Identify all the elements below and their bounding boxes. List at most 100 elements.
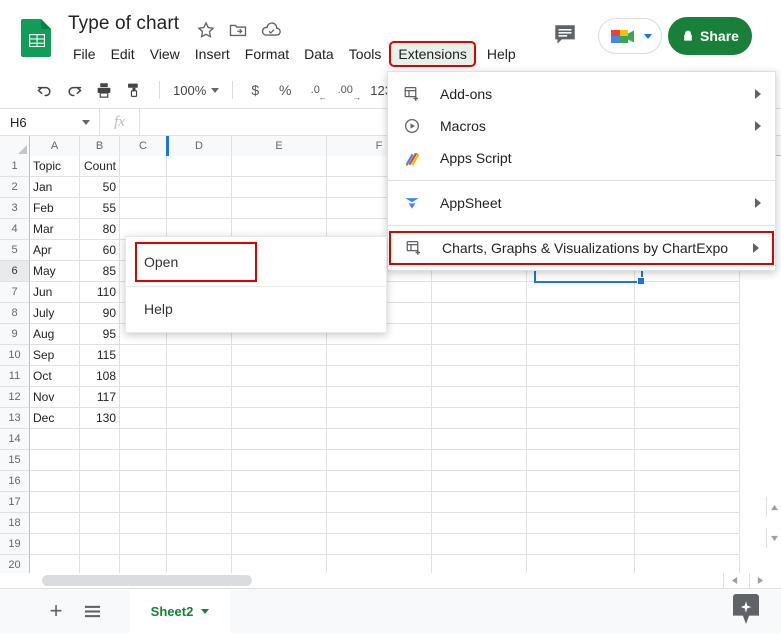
row-header-18[interactable]: 18 (0, 513, 30, 534)
cell-B18[interactable] (80, 513, 120, 534)
cell-H15[interactable] (527, 450, 635, 471)
cell-H20[interactable] (527, 555, 635, 573)
cell-H11[interactable] (527, 366, 635, 387)
sheet-tab-sheet2[interactable]: Sheet2 (130, 588, 230, 634)
cell-E14[interactable] (232, 429, 327, 450)
menu-item-add-ons[interactable]: Add-ons (388, 78, 775, 110)
cell-F18[interactable] (327, 513, 432, 534)
cell-D12[interactable] (167, 387, 232, 408)
cell-G7[interactable] (432, 282, 527, 303)
cell-H7[interactable] (527, 282, 635, 303)
row-header-1[interactable]: 1 (0, 156, 30, 177)
cell-B7[interactable]: 110 (80, 282, 120, 303)
row-header-11[interactable]: 11 (0, 366, 30, 387)
select-all-corner[interactable] (0, 136, 30, 156)
cell-E11[interactable] (232, 366, 327, 387)
row-header-7[interactable]: 7 (0, 282, 30, 303)
cell-B10[interactable]: 115 (80, 345, 120, 366)
cell-D11[interactable] (167, 366, 232, 387)
cell-G14[interactable] (432, 429, 527, 450)
cell-I8[interactable] (635, 303, 740, 324)
cell-F13[interactable] (327, 408, 432, 429)
increase-decimal-button[interactable]: .00 → (332, 77, 362, 103)
column-header-b[interactable]: B (80, 136, 120, 156)
cell-B9[interactable]: 95 (80, 324, 120, 345)
cell-E15[interactable] (232, 450, 327, 471)
chevron-down-icon[interactable] (82, 119, 90, 125)
cell-E2[interactable] (232, 177, 327, 198)
cell-B17[interactable] (80, 492, 120, 513)
cell-F19[interactable] (327, 534, 432, 555)
cell-A15[interactable] (30, 450, 80, 471)
menu-view[interactable]: View (143, 43, 187, 65)
cell-I17[interactable] (635, 492, 740, 513)
cell-A5[interactable]: Apr (30, 240, 80, 261)
cell-I10[interactable] (635, 345, 740, 366)
cell-I13[interactable] (635, 408, 740, 429)
explore-icon[interactable] (733, 594, 759, 624)
cell-E3[interactable] (232, 198, 327, 219)
name-box[interactable]: H6 (0, 108, 100, 136)
cell-E10[interactable] (232, 345, 327, 366)
cell-I16[interactable] (635, 471, 740, 492)
cell-G8[interactable] (432, 303, 527, 324)
cell-H9[interactable] (527, 324, 635, 345)
cell-D19[interactable] (167, 534, 232, 555)
row-header-3[interactable]: 3 (0, 198, 30, 219)
cell-D15[interactable] (167, 450, 232, 471)
scroll-left-button[interactable] (723, 573, 745, 588)
cell-A6[interactable]: May (30, 261, 80, 282)
scroll-down-button[interactable] (766, 528, 781, 548)
cell-A1[interactable]: Topic (30, 156, 80, 177)
comment-icon[interactable] (552, 22, 580, 50)
add-sheet-icon[interactable]: + (42, 597, 70, 625)
menu-help[interactable]: Help (480, 43, 523, 65)
cell-D14[interactable] (167, 429, 232, 450)
cell-D13[interactable] (167, 408, 232, 429)
cell-B15[interactable] (80, 450, 120, 471)
cell-F10[interactable] (327, 345, 432, 366)
cell-F15[interactable] (327, 450, 432, 471)
print-icon[interactable] (90, 77, 118, 103)
cell-D1[interactable] (167, 156, 232, 177)
cell-E17[interactable] (232, 492, 327, 513)
row-header-13[interactable]: 13 (0, 408, 30, 429)
cell-C1[interactable] (120, 156, 167, 177)
cell-A8[interactable]: July (30, 303, 80, 324)
menu-item-apps-script[interactable]: Apps Script (388, 142, 775, 174)
menu-item-macros[interactable]: Macros (388, 110, 775, 142)
cell-B8[interactable]: 90 (80, 303, 120, 324)
cell-E20[interactable] (232, 555, 327, 573)
cell-C16[interactable] (120, 471, 167, 492)
cell-C13[interactable] (120, 408, 167, 429)
cell-I20[interactable] (635, 555, 740, 573)
cell-H19[interactable] (527, 534, 635, 555)
menu-edit[interactable]: Edit (104, 43, 142, 65)
cell-F17[interactable] (327, 492, 432, 513)
star-icon[interactable] (196, 20, 218, 42)
cell-A7[interactable]: Jun (30, 282, 80, 303)
cell-I15[interactable] (635, 450, 740, 471)
cell-B1[interactable]: Count (80, 156, 120, 177)
cell-F11[interactable] (327, 366, 432, 387)
cell-D17[interactable] (167, 492, 232, 513)
cell-F12[interactable] (327, 387, 432, 408)
cell-I11[interactable] (635, 366, 740, 387)
cell-G11[interactable] (432, 366, 527, 387)
cell-A9[interactable]: Aug (30, 324, 80, 345)
cell-I12[interactable] (635, 387, 740, 408)
document-title[interactable]: Type of chart (68, 13, 179, 35)
zoom-selector[interactable]: 100% (169, 83, 223, 98)
row-header-16[interactable]: 16 (0, 471, 30, 492)
cell-G19[interactable] (432, 534, 527, 555)
cell-C18[interactable] (120, 513, 167, 534)
scroll-up-button[interactable] (766, 497, 781, 517)
cell-E16[interactable] (232, 471, 327, 492)
cell-B20[interactable] (80, 555, 120, 573)
meet-chevron-down-icon[interactable] (644, 34, 652, 39)
cell-G12[interactable] (432, 387, 527, 408)
menu-format[interactable]: Format (238, 43, 296, 65)
cell-I18[interactable] (635, 513, 740, 534)
row-header-9[interactable]: 9 (0, 324, 30, 345)
scroll-right-button[interactable] (749, 573, 771, 588)
